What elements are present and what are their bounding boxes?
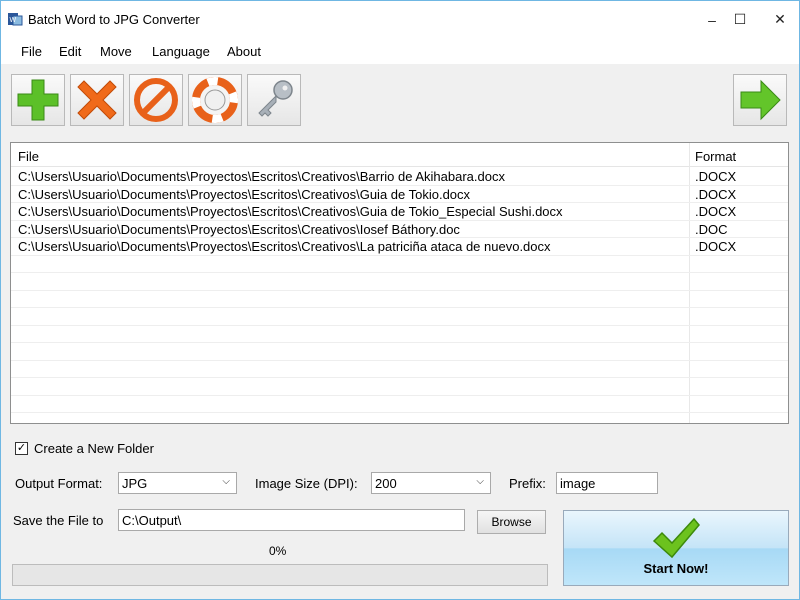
file-path-cell: C:\Users\Usuario\Documents\Proyectos\Esc… — [18, 186, 471, 202]
table-row[interactable] — [11, 396, 788, 413]
save-path-value: C:\Output\ — [122, 513, 182, 528]
output-format-label: Output Format: — [15, 476, 103, 491]
title-bar: W Batch Word to JPG Converter – ☐ ✕ — [1, 1, 799, 38]
app-window: W Batch Word to JPG Converter – ☐ ✕ File… — [0, 0, 800, 600]
browse-button[interactable]: Browse — [477, 510, 546, 534]
format-cell: .DOC — [695, 221, 728, 237]
help-button[interactable] — [188, 74, 242, 126]
prefix-value: image — [560, 476, 596, 491]
create-folder-checkbox[interactable]: ✓ — [15, 442, 28, 455]
register-key-button[interactable] — [247, 74, 301, 126]
menu-about[interactable]: About — [227, 44, 261, 59]
table-row[interactable] — [11, 256, 788, 273]
menu-language[interactable]: Language — [152, 44, 210, 59]
file-path-cell: C:\Users\Usuario\Documents\Proyectos\Esc… — [18, 221, 460, 237]
key-icon — [258, 80, 293, 117]
file-list[interactable]: File Format C:\Users\Usuario\Documents\P… — [10, 142, 789, 424]
image-size-value: 200 — [375, 476, 397, 491]
table-row[interactable] — [11, 378, 788, 396]
table-row[interactable] — [11, 326, 788, 343]
close-button[interactable]: ✕ — [761, 1, 799, 38]
table-row[interactable]: C:\Users\Usuario\Documents\Proyectos\Esc… — [11, 221, 788, 238]
column-header-file[interactable]: File — [18, 149, 39, 164]
image-size-select[interactable]: 200 ⌵ — [371, 472, 491, 494]
chevron-down-icon: ⌵ — [222, 476, 230, 487]
chevron-down-icon: ⌵ — [476, 476, 484, 487]
table-row[interactable]: C:\Users\Usuario\Documents\Proyectos\Esc… — [11, 203, 788, 221]
output-format-select[interactable]: JPG ⌵ — [118, 472, 237, 494]
close-icon: ✕ — [774, 11, 786, 27]
create-folder-label: Create a New Folder — [34, 441, 154, 456]
format-cell: .DOCX — [695, 169, 737, 184]
minimize-button[interactable]: – — [697, 1, 727, 38]
table-row[interactable] — [11, 308, 788, 326]
prefix-label: Prefix: — [509, 476, 546, 491]
file-path-cell: C:\Users\Usuario\Documents\Proyectos\Esc… — [18, 239, 551, 254]
menu-bar: File Edit Move Language About — [1, 38, 799, 64]
table-row[interactable]: C:\Users\Usuario\Documents\Proyectos\Esc… — [11, 168, 788, 186]
clear-list-button[interactable] — [129, 74, 183, 126]
table-row[interactable]: C:\Users\Usuario\Documents\Proyectos\Esc… — [11, 186, 788, 203]
table-row[interactable]: C:\Users\Usuario\Documents\Proyectos\Esc… — [11, 238, 788, 256]
file-path-cell: C:\Users\Usuario\Documents\Proyectos\Esc… — [18, 204, 563, 219]
save-location-label: Save the File to — [13, 513, 104, 528]
column-header-format[interactable]: Format — [695, 149, 736, 164]
arrow-right-icon — [740, 79, 781, 121]
save-path-input[interactable]: C:\Output\ — [118, 509, 465, 531]
format-cell: .DOCX — [695, 204, 737, 219]
list-header: File Format — [11, 143, 788, 167]
format-cell: .DOCX — [695, 239, 737, 254]
list-rows: C:\Users\Usuario\Documents\Proyectos\Esc… — [11, 168, 788, 413]
table-row[interactable] — [11, 361, 788, 378]
table-row[interactable] — [11, 343, 788, 361]
progress-percent: 0% — [269, 544, 287, 558]
output-format-value: JPG — [122, 476, 148, 491]
maximize-button[interactable]: ☐ — [725, 1, 755, 38]
image-size-label: Image Size (DPI): — [255, 476, 358, 491]
start-now-label: Start Now! — [643, 561, 709, 576]
remove-icon — [77, 80, 117, 120]
add-files-button[interactable] — [11, 74, 65, 126]
remove-file-button[interactable] — [70, 74, 124, 126]
add-icon — [17, 79, 59, 121]
start-now-button[interactable]: Start Now! — [563, 510, 789, 586]
prefix-input[interactable]: image — [556, 472, 658, 494]
menu-edit[interactable]: Edit — [59, 44, 81, 59]
svg-text:W: W — [10, 17, 17, 24]
help-lifebuoy-icon — [192, 77, 238, 123]
checkmark-icon: ✓ — [16, 442, 27, 454]
menu-move[interactable]: Move — [100, 44, 132, 59]
progress-bar — [12, 564, 548, 586]
clear-icon — [134, 78, 178, 122]
next-button[interactable] — [733, 74, 787, 126]
table-row[interactable] — [11, 291, 788, 308]
toolbar — [1, 64, 799, 134]
window-title: Batch Word to JPG Converter — [28, 12, 200, 27]
minimize-icon: – — [708, 11, 716, 28]
app-icon: W — [8, 13, 23, 26]
maximize-icon: ☐ — [733, 11, 747, 27]
format-cell: .DOCX — [695, 186, 737, 202]
menu-file[interactable]: File — [21, 44, 42, 59]
checkmark-icon — [652, 517, 700, 559]
table-row[interactable] — [11, 273, 788, 291]
file-path-cell: C:\Users\Usuario\Documents\Proyectos\Esc… — [18, 169, 505, 184]
